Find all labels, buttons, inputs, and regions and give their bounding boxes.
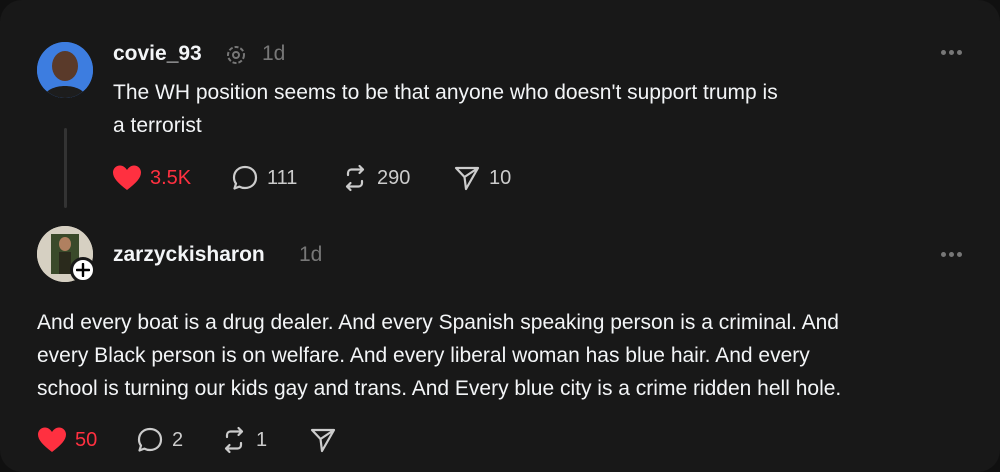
like-count: 50: [75, 428, 98, 451]
post-text-line: The WH position seems to be that anyone …: [113, 81, 778, 104]
comment-icon: [137, 427, 163, 452]
post-text-line: a terrorist: [113, 114, 202, 137]
share-button[interactable]: [309, 425, 337, 455]
post-time: 1d: [262, 42, 286, 65]
threads-activity-icon: [225, 44, 247, 71]
like-count: 3.5K: [150, 166, 192, 189]
like-button[interactable]: 50: [37, 425, 97, 455]
repost-button[interactable]: 1: [220, 425, 267, 455]
post-body: And every boat is a drug dealer. And eve…: [37, 306, 987, 405]
comment-icon: [232, 165, 258, 190]
like-button[interactable]: 3.5K: [112, 163, 191, 193]
post-time: 1d: [299, 243, 323, 266]
repost-count: 290: [377, 166, 411, 189]
post-text-line: every Black person is on welfare. And ev…: [37, 344, 810, 367]
repost-icon: [345, 164, 365, 192]
more-options-icon[interactable]: [941, 252, 963, 258]
avatar-covie-93[interactable]: [37, 42, 93, 98]
more-options-icon[interactable]: [941, 50, 963, 56]
thread-card: covie_93 1d The WH position seems to be …: [0, 0, 1000, 472]
post-text-line: And every boat is a drug dealer. And eve…: [37, 311, 839, 334]
share-count: 10: [489, 166, 512, 189]
share-button[interactable]: 10: [453, 163, 511, 193]
send-icon: [454, 166, 480, 191]
post-text-line: school is turning our kids gay and trans…: [37, 377, 842, 400]
heart-icon: [113, 165, 141, 190]
thread-connector: [64, 128, 67, 208]
send-icon: [310, 428, 336, 453]
follow-plus-icon[interactable]: [70, 257, 96, 283]
repost-icon: [224, 426, 244, 454]
repost-button[interactable]: 290: [341, 163, 410, 193]
avatar-photo: [37, 42, 93, 98]
username-zarzyckisharon[interactable]: zarzyckisharon: [113, 243, 265, 267]
username-covie-93[interactable]: covie_93: [113, 42, 202, 66]
comment-count: 111: [267, 166, 298, 189]
repost-count: 1: [256, 428, 268, 451]
comment-button[interactable]: 111: [231, 163, 297, 193]
comment-count: 2: [172, 428, 184, 451]
comment-button[interactable]: 2: [136, 425, 183, 455]
heart-icon: [38, 427, 66, 452]
post-body: The WH position seems to be that anyone …: [113, 76, 933, 142]
